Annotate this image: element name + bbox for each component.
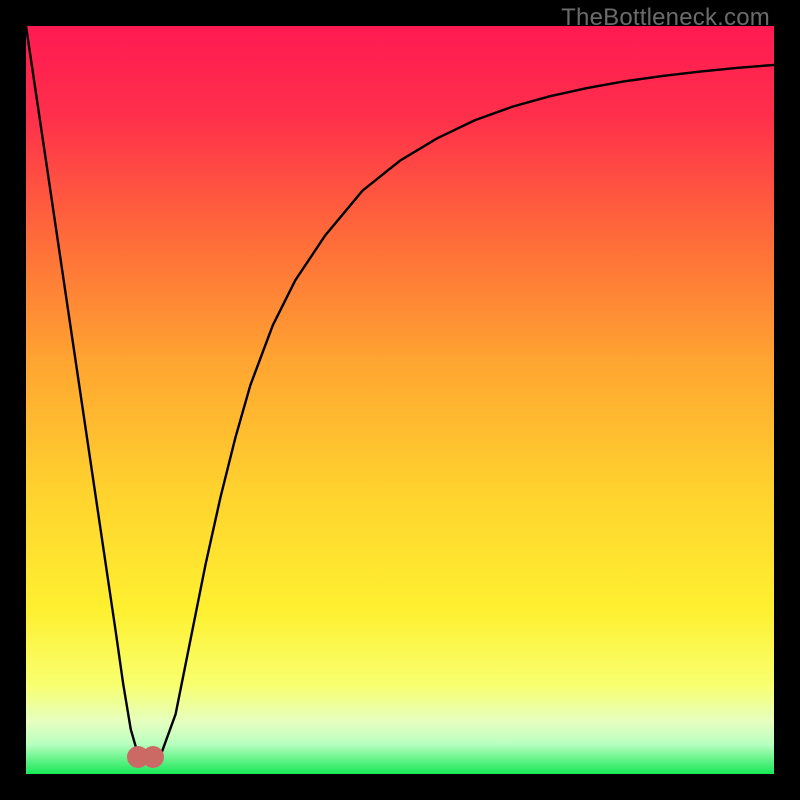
markers: [26, 26, 774, 774]
plot-area: [26, 26, 774, 774]
chart-container: TheBottleneck.com: [0, 0, 800, 800]
watermark: TheBottleneck.com: [561, 4, 770, 32]
min-marker: [142, 746, 164, 768]
